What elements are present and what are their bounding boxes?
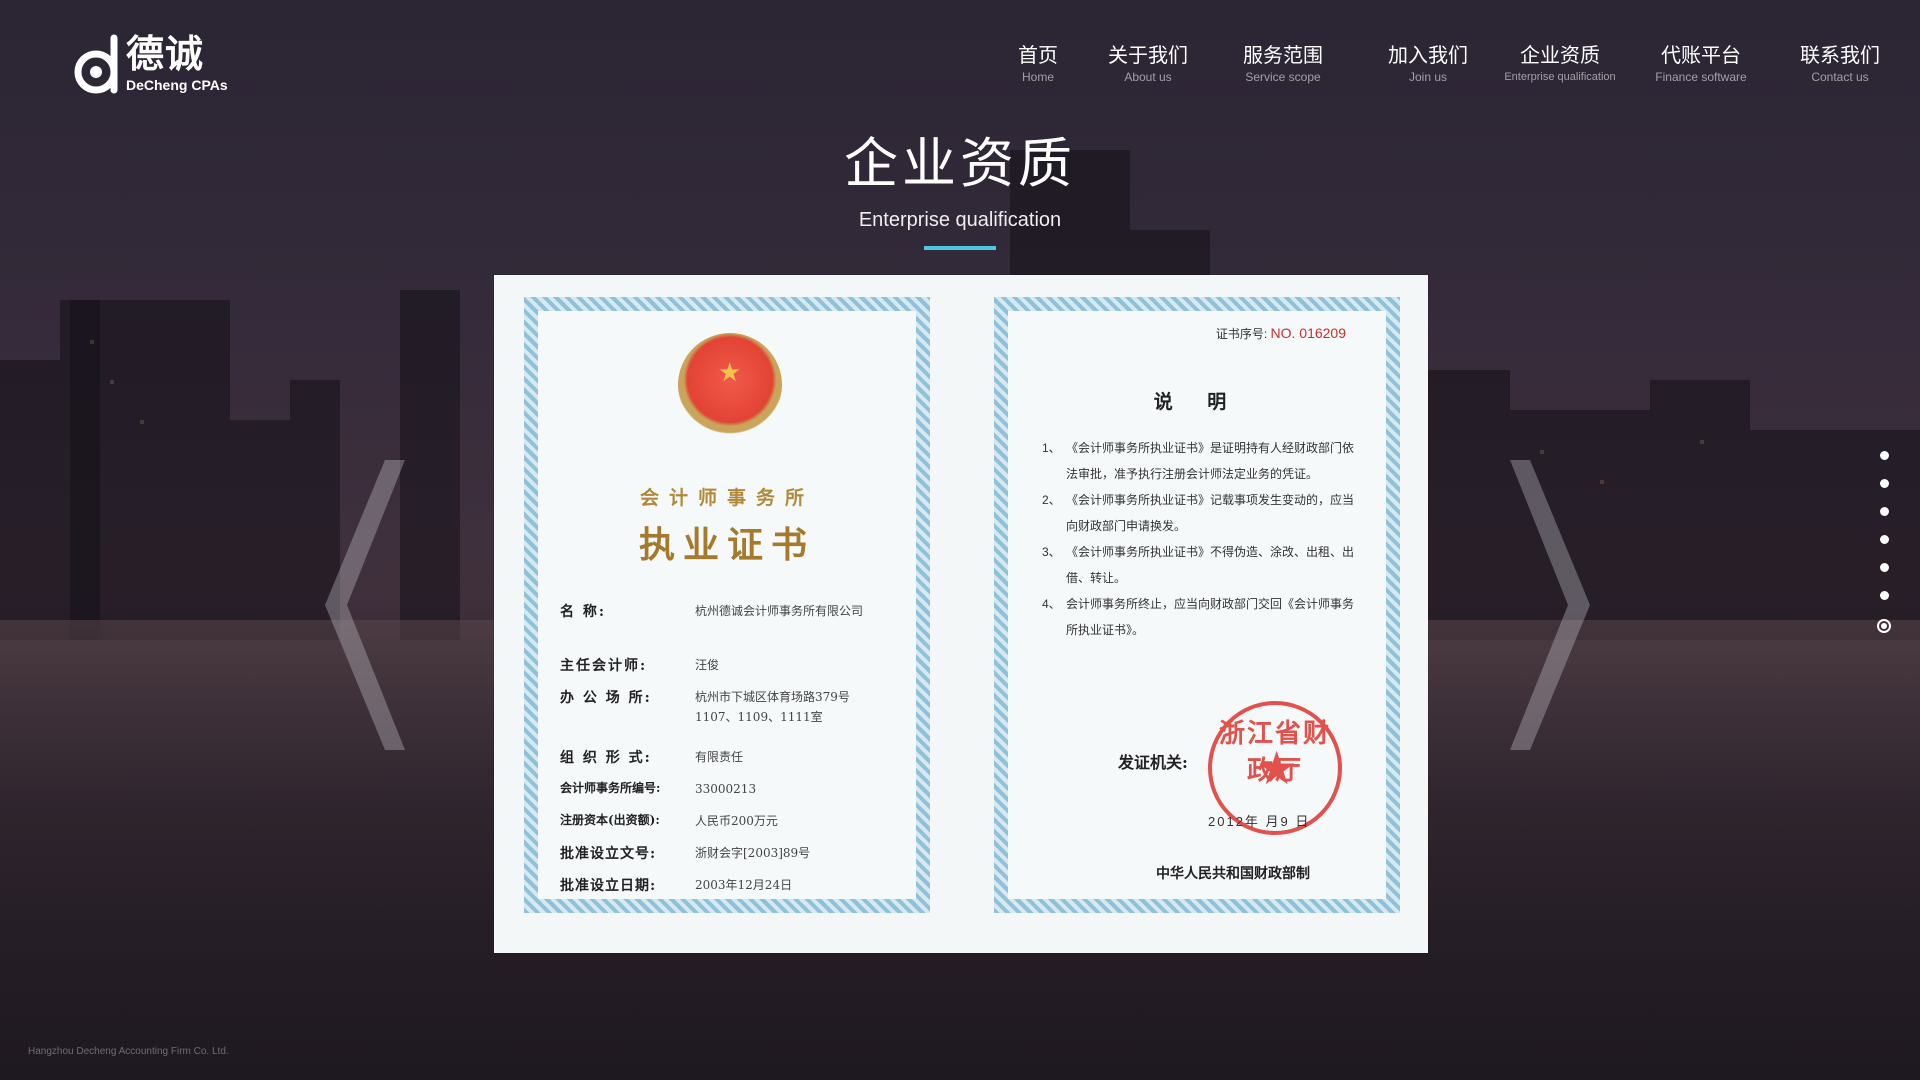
certificate-field: 组 织 形 式: 有限责任: [560, 747, 743, 767]
field-value: 汪俊: [695, 658, 720, 672]
note-text: 《会计师事务所执业证书》不得伪造、涂改、出租、出借、转让。: [1066, 545, 1355, 585]
carousel-dot-active[interactable]: [1877, 619, 1891, 633]
field-label: 批准设立日期:: [560, 878, 657, 894]
carousel-dot[interactable]: [1879, 451, 1889, 460]
nav-item-service[interactable]: 服务范围 Service scope: [1228, 44, 1338, 84]
certificate-field: 名 称: 杭州德诚会计师事务所有限公司: [560, 601, 863, 621]
notes-title: 说 明: [1153, 391, 1241, 413]
note-number: 3、: [1042, 545, 1061, 559]
field-label: 组 织 形 式:: [560, 750, 652, 766]
certificate-field: 批准设立日期: 2003年12月24日: [560, 875, 792, 895]
page-subtitle: Enterprise qualification: [858, 209, 1062, 231]
field-value: 有限责任: [695, 750, 744, 764]
section-heading: 企业资质 Enterprise qualification: [0, 132, 1920, 250]
field-value: 杭州德诚会计师事务所有限公司: [695, 604, 864, 618]
chevron-left-icon: [325, 460, 405, 750]
certificate-field: 会计师事务所编号: 33000213: [560, 779, 756, 799]
nav-item-finance[interactable]: 代账平台 Finance software: [1646, 44, 1756, 84]
note-item: 2、 《会计师事务所执业证书》记载事项发生变动的，应当向财政部门申请换发。: [1042, 487, 1362, 539]
certificate-title: 执业证书: [638, 524, 815, 566]
national-emblem-icon: ★: [678, 333, 782, 437]
note-text: 《会计师事务所执业证书》是证明持有人经财政部门依法审批，准予执行注册会计师法定业…: [1066, 441, 1355, 481]
certificate-field: 注册资本(出资额): 人民币200万元: [560, 811, 778, 831]
certificate-field: 主任会计师: 汪俊: [560, 655, 719, 675]
nav-item-label: 首页: [1018, 45, 1058, 67]
field-value: 浙财会字[2003]89号: [695, 846, 811, 860]
heading-underline: [924, 246, 996, 250]
serial-number: NO. 016209: [1270, 325, 1347, 341]
certificate-left-page: ★ 会计师事务所 执业证书 名 称: 杭州德诚会计师事务所有限公司 主任会计师:…: [524, 297, 930, 913]
field-value: 33000213: [695, 782, 757, 796]
field-value: 2003年12月24日: [695, 878, 793, 892]
field-label: 名 称:: [560, 604, 607, 620]
nav-item-home[interactable]: 首页 Home: [1008, 44, 1068, 84]
note-item: 1、 《会计师事务所执业证书》是证明持有人经财政部门依法审批，准予执行注册会计师…: [1042, 435, 1362, 487]
certificate-image: ★ 会计师事务所 执业证书 名 称: 杭州德诚会计师事务所有限公司 主任会计师:…: [494, 275, 1428, 953]
field-label: 注册资本(出资额):: [560, 813, 660, 827]
nav-item-contact[interactable]: 联系我们 Contact us: [1790, 44, 1890, 84]
carousel-dot[interactable]: [1879, 507, 1889, 516]
chevron-right-icon: [1510, 460, 1590, 750]
nav-item-sublabel: Enterprise qualification: [1504, 71, 1616, 83]
certificate-serial: 证书序号: NO. 016209: [1216, 325, 1346, 342]
nav-item-sublabel: About us: [1124, 70, 1172, 84]
note-text: 会计师事务所终止，应当向财政部门交回《会计师事务所执业证书》。: [1066, 597, 1355, 637]
serial-label: 证书序号:: [1215, 327, 1268, 341]
field-value: 杭州市下城区体育场路379号 1107、1109、1111室: [695, 690, 850, 724]
nav-item-label: 企业资质: [1520, 45, 1600, 67]
nav-item-label: 关于我们: [1108, 45, 1188, 67]
nav-item-label: 联系我们: [1800, 45, 1880, 67]
field-label: 主任会计师:: [560, 658, 648, 674]
page-title: 企业资质: [844, 134, 1076, 194]
top-nav: 首页 Home 关于我们 About us 服务范围 Service scope…: [0, 44, 1920, 94]
carousel-pagination: [1876, 451, 1892, 652]
certificate-subtitle: 会计师事务所: [639, 487, 814, 509]
nav-item-label: 服务范围: [1243, 45, 1323, 67]
nav-item-label: 加入我们: [1388, 45, 1468, 67]
prev-arrow-button[interactable]: [325, 460, 405, 750]
certificate-field: 批准设立文号: 浙财会字[2003]89号: [560, 843, 810, 863]
certificate-field: 办 公 场 所: 杭州市下城区体育场路379号 1107、1109、1111室: [560, 687, 850, 727]
nav-item-sublabel: Contact us: [1811, 70, 1869, 84]
carousel-dot[interactable]: [1879, 479, 1889, 488]
field-label: 办 公 场 所:: [560, 690, 652, 706]
nav-item-join[interactable]: 加入我们 Join us: [1378, 44, 1478, 84]
note-item: 4、 会计师事务所终止，应当向财政部门交回《会计师事务所执业证书》。: [1042, 591, 1362, 643]
issue-date: 2012年 月9 日: [1208, 814, 1311, 829]
nav-item-label: 代账平台: [1661, 45, 1741, 67]
certificate-right-page: 证书序号: NO. 016209 说 明 1、 《会计师事务所执业证书》是证明持…: [994, 297, 1400, 913]
carousel-dot[interactable]: [1879, 563, 1889, 572]
note-number: 4、: [1042, 597, 1061, 611]
field-label: 批准设立文号:: [560, 846, 657, 862]
next-arrow-button[interactable]: [1510, 460, 1590, 750]
nav-item-sublabel: Service scope: [1245, 70, 1321, 84]
issuer-label: 发证机关:: [1118, 753, 1188, 772]
nav-item-sublabel: Finance software: [1655, 70, 1747, 84]
note-number: 2、: [1042, 493, 1061, 507]
footer-copyright: Hangzhou Decheng Accounting Firm Co. Ltd…: [28, 1046, 229, 1057]
note-text: 《会计师事务所执业证书》记载事项发生变动的，应当向财政部门申请换发。: [1066, 493, 1355, 533]
field-label: 会计师事务所编号:: [560, 781, 661, 795]
note-item: 3、 《会计师事务所执业证书》不得伪造、涂改、出租、出借、转让。: [1042, 539, 1362, 591]
carousel-dot[interactable]: [1879, 535, 1889, 544]
nav-item-sublabel: Join us: [1408, 70, 1448, 84]
issuing-ministry: 中华人民共和国财政部制: [1156, 866, 1310, 882]
nav-item-qualification[interactable]: 企业资质 Enterprise qualification: [1490, 44, 1630, 84]
note-number: 1、: [1042, 441, 1061, 455]
seal-star-icon: ★: [1256, 742, 1298, 794]
nav-item-sublabel: Home: [1021, 70, 1054, 84]
field-value: 人民币200万元: [695, 814, 778, 828]
carousel-dot[interactable]: [1879, 591, 1889, 600]
notes-list: 1、 《会计师事务所执业证书》是证明持有人经财政部门依法审批，准予执行注册会计师…: [1042, 435, 1362, 643]
nav-item-about[interactable]: 关于我们 About us: [1098, 44, 1198, 84]
